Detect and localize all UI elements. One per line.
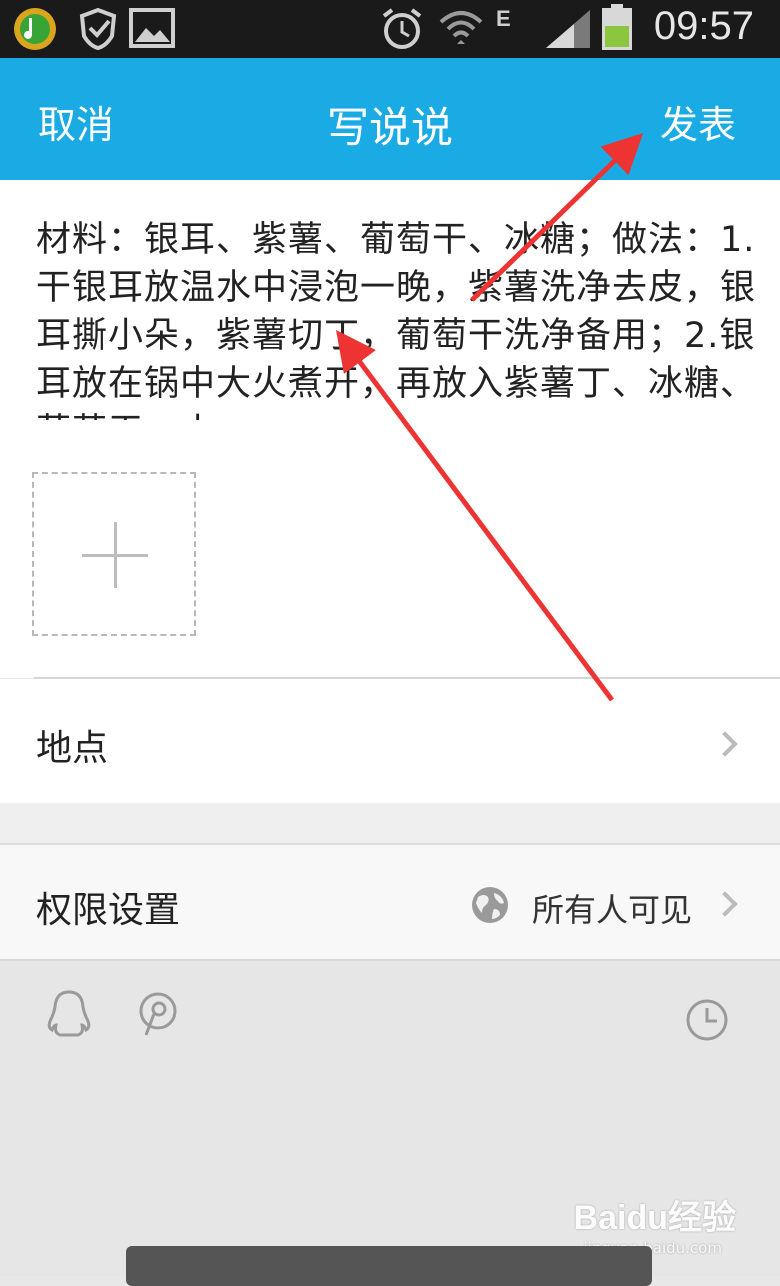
location-label: 地点 <box>36 728 109 769</box>
chevron-right-icon <box>712 891 738 917</box>
section-gap <box>0 803 780 843</box>
gallery-icon <box>128 6 176 54</box>
battery-icon <box>600 4 634 56</box>
post-text-area[interactable]: 材料：银耳、紫薯、葡萄干、冰糖；做法：1.干银耳放温水中浸泡一晚，紫薯洗净去皮，… <box>0 180 780 420</box>
signal-icon <box>544 8 592 54</box>
add-photo-button[interactable] <box>32 472 196 636</box>
security-shield-icon <box>76 6 120 56</box>
cancel-button[interactable]: 取消 <box>38 94 114 149</box>
location-row[interactable]: 地点 <box>0 679 780 803</box>
watermark-main: Baidu经验 <box>573 1199 736 1237</box>
post-text-content: 材料：银耳、紫薯、葡萄干、冰糖；做法：1.干银耳放温水中浸泡一晚，紫薯洗净去皮，… <box>36 220 757 420</box>
mention-icon[interactable] <box>134 989 182 1045</box>
publish-button[interactable]: 发表 <box>660 94 736 149</box>
permission-row[interactable]: 权限设置 所有人可见 <box>0 843 780 961</box>
alarm-icon <box>380 6 424 56</box>
status-bar: E 09:57 <box>0 0 780 58</box>
network-type: E <box>496 6 511 31</box>
permission-value: 所有人可见 <box>531 891 692 929</box>
qq-music-icon <box>12 6 58 56</box>
clock-icon[interactable] <box>684 997 730 1047</box>
wifi-icon <box>438 6 484 56</box>
nav-bar: 取消 写说说 发表 <box>0 58 780 180</box>
permission-label: 权限设置 <box>36 890 181 931</box>
qq-penguin-icon[interactable] <box>44 989 94 1045</box>
media-area <box>0 420 780 678</box>
globe-icon <box>472 887 508 923</box>
clock-time: 09:57 <box>653 4 754 48</box>
chevron-right-icon <box>712 731 738 757</box>
image-viewer-toolbar <box>126 1246 652 1286</box>
